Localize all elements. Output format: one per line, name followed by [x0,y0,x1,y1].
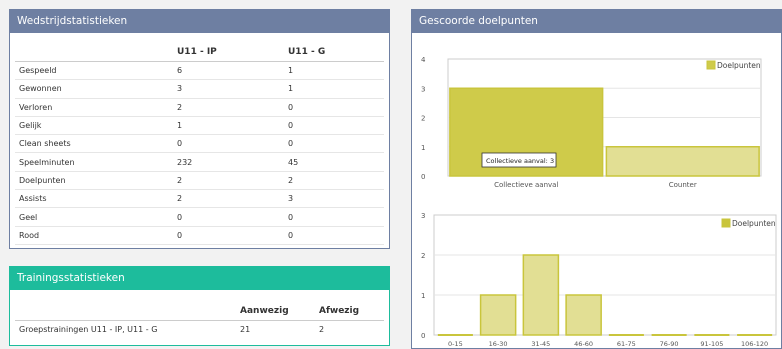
cell-value: 2 [173,189,284,209]
cell-value: 2 [173,171,284,191]
table-row: Gespeeld 6 1 [15,61,384,81]
cell-value: 2 [173,98,284,117]
y-tick-label: 2 [421,115,425,123]
legend: Doelpunten [721,218,776,228]
match-stats-panel: Wedstrijdstatistieken U11 - IP U11 - G G… [9,9,390,249]
column-header [15,301,236,321]
y-tick-label: 3 [421,85,425,93]
table-row: Groepstrainingen U11 - IP, U11 - G 21 2 [15,321,384,339]
cell-value: 0 [284,207,384,227]
row-label: Assists [15,189,173,209]
row-label: Gespeeld [15,61,173,81]
table-row: Rood 0 0 [15,226,384,245]
row-label: Gelijk [15,116,173,136]
match-stats-table: U11 - IP U11 - G Gespeeld 6 1 Gewonnen 3 1 Ver… [15,42,384,245]
column-header: Afwezig [315,301,384,321]
cell-value: 2 [284,171,384,191]
bar [479,294,517,336]
x-tick-label: 46-60 [574,340,593,346]
legend-swatch [721,218,731,228]
row-label: Doelpunten [15,171,173,191]
cell-value: 232 [173,152,284,172]
cell-value: 0 [173,226,284,245]
x-tick-label: 91-105 [700,340,723,346]
tooltip: Collectieve aanval: 3 [481,152,557,168]
x-tick-label: Collectieve aanval [494,181,558,189]
cell-value: 1 [173,116,284,136]
tooltip-text: Collectieve aanval: 3 [486,157,554,165]
row-label: Geel [15,207,173,227]
row-label: Rood [15,226,173,245]
x-tick-label: 76-90 [660,340,679,346]
goals-panel: Gescoorde doelpunten 0 1 2 3 4 Collectieve aa… [411,9,782,349]
x-tick-label: 16-30 [489,340,508,346]
y-tick-label: 0 [421,173,425,181]
cell-value: 3 [284,189,384,209]
column-header: U11 - IP [173,42,284,62]
x-tick-label: 106-120 [741,340,768,346]
row-label: Groepstrainingen U11 - IP, U11 - G [19,325,158,334]
row-label: Speelminuten [15,152,173,172]
table-header-row: U11 - IP U11 - G [15,42,384,62]
bar [522,254,560,336]
table-row: Gewonnen 3 1 [15,79,384,99]
table-row: Speelminuten 232 45 [15,152,384,172]
cell-value: 21 [240,325,251,334]
column-header: U11 - G [284,42,384,62]
row-label: Verloren [15,98,173,117]
y-tick-label: 1 [421,144,425,152]
table-row: Clean sheets 0 0 [15,134,384,154]
cell-value: 0 [284,98,384,117]
x-tick-label: 31-45 [531,340,550,346]
x-tick-label: 61-75 [617,340,636,346]
x-tick-label: Counter [669,181,697,189]
legend-label: Doelpunten [717,61,761,70]
legend-swatch [706,60,716,70]
training-stats-table: Aanwezig Afwezig Groepstrainingen U11 - … [15,301,384,338]
column-header: Aanwezig [236,301,315,321]
legend: Doelpunten [706,60,761,70]
table-row: Assists 2 3 [15,189,384,209]
bar [565,294,602,336]
goals-title: Gescoorde doelpunten [411,9,782,33]
cell-value: 1 [284,79,384,99]
table-header-row: Aanwezig Afwezig [15,301,384,321]
match-stats-title: Wedstrijdstatistieken [9,9,390,33]
legend-label: Doelpunten [732,219,776,228]
column-header [15,42,173,62]
y-tick-label: 3 [421,212,425,220]
x-tick-label: 0-15 [448,340,463,346]
cell-value: 0 [284,226,384,245]
y-tick-label: 1 [421,292,425,300]
goals-by-minute-chart: 01230-15 16-30 31-45 46-60 61-75 76-90 91-105 1… [421,212,777,346]
cell-value: 6 [173,61,284,81]
cell-value: 1 [284,61,384,81]
cell-value: 2 [319,325,325,334]
goals-by-type-chart: 0 1 2 3 4 Collectieve aanval Counter Doelpunten… [421,56,762,189]
cell-value: 3 [173,79,284,99]
cell-value: 45 [284,152,384,172]
cell-value: 0 [173,207,284,227]
table-row: Gelijk 1 0 [15,116,384,136]
y-tick-label: 2 [421,252,425,260]
row-label: Clean sheets [15,134,173,154]
table-row: Verloren 2 0 [15,98,384,117]
row-label: Gewonnen [15,79,173,99]
cell-value: 0 [173,134,284,154]
training-stats-title: Trainingsstatistieken [9,266,390,290]
table-row: Doelpunten 2 2 [15,171,384,191]
cell-value: 0 [284,134,384,154]
cell-value: 0 [284,116,384,136]
table-row: Geel 0 0 [15,207,384,227]
bar [605,146,760,177]
y-tick-label: 4 [421,56,426,64]
training-stats-panel: Trainingsstatistieken Aanwezig Afwezig G… [9,266,390,346]
